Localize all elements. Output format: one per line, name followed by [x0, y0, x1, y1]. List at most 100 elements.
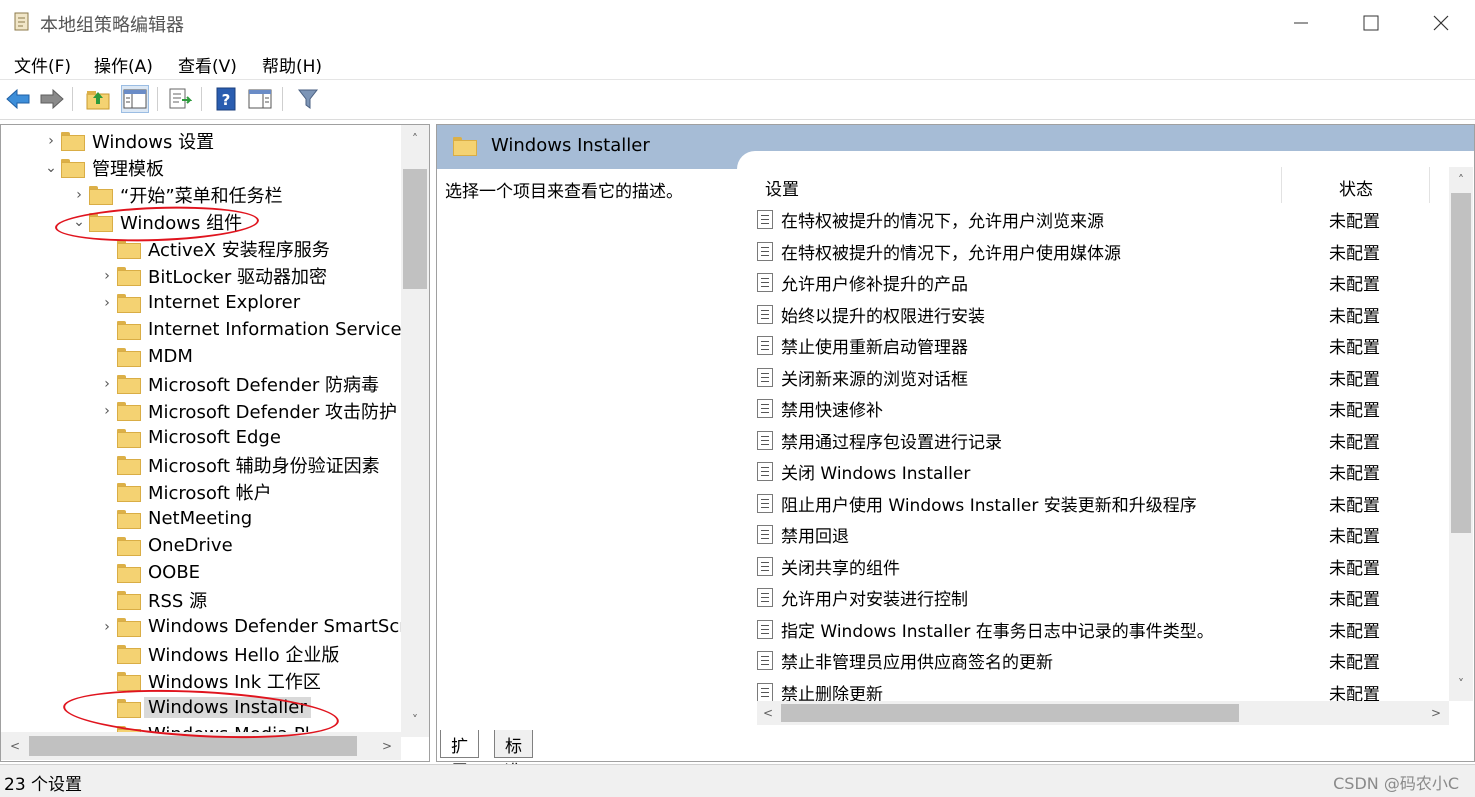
tree-vertical-scrollbar[interactable]: ˄ ˅	[401, 125, 429, 737]
setting-name: 禁用通过程序包设置进行记录	[781, 432, 1002, 453]
forward-button[interactable]	[38, 85, 66, 113]
details-header-title: Windows Installer	[491, 135, 650, 156]
list-scroll-up-arrow[interactable]: ˄	[1449, 171, 1473, 189]
tree-scroll-thumb[interactable]	[403, 169, 427, 289]
extended-view-button[interactable]	[246, 85, 274, 113]
menu-help[interactable]: 帮助(H)	[262, 52, 322, 77]
setting-name: 允许用户对安装进行控制	[781, 590, 968, 610]
tree-item[interactable]: › Microsoft Defender 攻击防护	[97, 397, 397, 424]
tree-item[interactable]: › Internet Explorer	[97, 289, 300, 316]
svg-text:?: ?	[222, 91, 231, 109]
setting-row[interactable]: 指定 Windows Installer 在事务日志中记录的事件类型。 未配置	[757, 614, 1447, 645]
policy-setting-icon	[757, 336, 773, 355]
toolbar: ?	[0, 80, 1475, 120]
tree-item[interactable]: RSS 源	[97, 586, 207, 613]
column-header-setting[interactable]: 设置	[765, 175, 799, 200]
expand-chevron-icon[interactable]: ›	[97, 376, 117, 392]
setting-row[interactable]: 始终以提升的权限进行安装 未配置	[757, 299, 1447, 330]
list-scroll-left-arrow[interactable]: <	[759, 703, 777, 723]
setting-row[interactable]: 禁止非管理员应用供应商签名的更新 未配置	[757, 645, 1447, 676]
help-button[interactable]: ?	[212, 85, 240, 113]
back-icon	[6, 88, 30, 110]
expand-chevron-icon[interactable]: ›	[97, 295, 117, 311]
close-button[interactable]	[1406, 0, 1475, 46]
filter-icon	[297, 89, 319, 109]
setting-row[interactable]: 关闭 Windows Installer 未配置	[757, 456, 1447, 487]
setting-row[interactable]: 禁用快速修补 未配置	[757, 393, 1447, 424]
list-scroll-down-arrow[interactable]: ˅	[1449, 675, 1473, 693]
details-pane: Windows Installer 选择一个项目来查看它的描述。 设置 状态 在…	[436, 124, 1475, 762]
setting-status: 未配置	[1329, 243, 1380, 264]
tree-item[interactable]: OOBE	[97, 559, 200, 586]
tab-standard[interactable]: 标准	[494, 730, 533, 782]
setting-row[interactable]: 在特权被提升的情况下，允许用户浏览来源 未配置	[757, 204, 1447, 235]
tree-item[interactable]: ⌄ 管理模板	[41, 154, 164, 181]
setting-row[interactable]: 禁用回退 未配置	[757, 519, 1447, 550]
tree-item-label: BitLocker 驱动器加密	[148, 266, 328, 288]
list-horizontal-scrollbar[interactable]: < >	[757, 701, 1449, 725]
tree-item[interactable]: › Windows 设置	[41, 127, 214, 154]
filter-button[interactable]	[294, 85, 322, 113]
list-vertical-scrollbar[interactable]: ˄ ˅	[1449, 167, 1473, 701]
tree-item-label: Windows 设置	[92, 131, 215, 153]
tree-item[interactable]: Windows Hello 企业版	[97, 640, 339, 667]
maximize-button[interactable]	[1336, 0, 1406, 46]
setting-row[interactable]: 关闭共享的组件 未配置	[757, 551, 1447, 582]
show-hide-tree-button[interactable]	[121, 85, 149, 113]
export-list-button[interactable]	[166, 85, 194, 113]
setting-row[interactable]: 禁用通过程序包设置进行记录 未配置	[757, 425, 1447, 456]
expand-chevron-icon[interactable]: ›	[41, 133, 61, 149]
setting-row[interactable]: 允许用户对安装进行控制 未配置	[757, 582, 1447, 613]
column-header-status[interactable]: 状态	[1339, 175, 1373, 200]
collapse-chevron-icon[interactable]: ⌄	[41, 160, 61, 176]
list-scroll-right-arrow[interactable]: >	[1427, 703, 1445, 723]
forward-icon	[40, 88, 64, 110]
up-level-button[interactable]	[84, 85, 112, 113]
tree-item-label: Microsoft 辅助身份验证因素	[148, 455, 380, 477]
setting-name: 在特权被提升的情况下，允许用户使用媒体源	[781, 243, 1121, 264]
tree-hscroll-thumb[interactable]	[29, 736, 357, 756]
tree-item[interactable]: › “开始”菜单和任务栏	[69, 181, 282, 208]
tree-item[interactable]: Microsoft 辅助身份验证因素	[97, 451, 380, 478]
tree-item[interactable]: OneDrive	[97, 532, 233, 559]
setting-row[interactable]: 阻止用户使用 Windows Installer 安装更新和升级程序 未配置	[757, 488, 1447, 519]
back-button[interactable]	[4, 85, 32, 113]
tree-item[interactable]: › BitLocker 驱动器加密	[97, 262, 327, 289]
folder-icon	[453, 137, 477, 156]
setting-row[interactable]: 允许用户修补提升的产品 未配置	[757, 267, 1447, 298]
tree-item[interactable]: › Microsoft Defender 防病毒	[97, 370, 379, 397]
window-title: 本地组策略编辑器	[40, 15, 184, 36]
tree-item[interactable]: › Windows Defender SmartScre	[97, 613, 417, 640]
list-scroll-thumb[interactable]	[1451, 193, 1471, 533]
tab-extended[interactable]: 扩展	[440, 730, 479, 782]
close-icon	[1433, 15, 1449, 31]
folder-icon	[117, 321, 141, 340]
folder-icon	[117, 429, 141, 448]
tree-item-label: Internet Explorer	[148, 292, 301, 313]
setting-row[interactable]: 禁止使用重新启动管理器 未配置	[757, 330, 1447, 361]
minimize-button[interactable]	[1266, 0, 1336, 46]
policy-setting-icon	[757, 241, 773, 261]
setting-status: 未配置	[1329, 495, 1380, 516]
expand-chevron-icon[interactable]: ›	[69, 187, 89, 203]
expand-chevron-icon[interactable]: ›	[97, 268, 117, 284]
menu-view[interactable]: 查看(V)	[178, 52, 237, 77]
setting-row[interactable]: 在特权被提升的情况下，允许用户使用媒体源 未配置	[757, 236, 1447, 267]
scroll-up-arrow[interactable]: ˄	[401, 129, 429, 149]
tree-item[interactable]: NetMeeting	[97, 505, 252, 532]
setting-row[interactable]: 关闭新来源的浏览对话框 未配置	[757, 362, 1447, 393]
scroll-left-arrow[interactable]: <	[5, 736, 25, 756]
folder-icon	[117, 510, 141, 529]
menu-file[interactable]: 文件(F)	[14, 52, 71, 77]
scroll-right-arrow[interactable]: >	[377, 736, 397, 756]
tree-item[interactable]: Internet Information Services	[97, 316, 411, 343]
expand-chevron-icon[interactable]: ›	[97, 403, 117, 419]
tree-item[interactable]: Microsoft 帐户	[97, 478, 272, 505]
scroll-down-arrow[interactable]: ˅	[401, 710, 429, 730]
tree-item[interactable]: Microsoft Edge	[97, 424, 281, 451]
tree-item[interactable]: MDM	[97, 343, 193, 370]
list-hscroll-thumb[interactable]	[781, 704, 1239, 722]
menu-action[interactable]: 操作(A)	[94, 52, 153, 77]
expand-chevron-icon[interactable]: ›	[97, 619, 117, 635]
policy-setting-icon	[757, 273, 773, 292]
